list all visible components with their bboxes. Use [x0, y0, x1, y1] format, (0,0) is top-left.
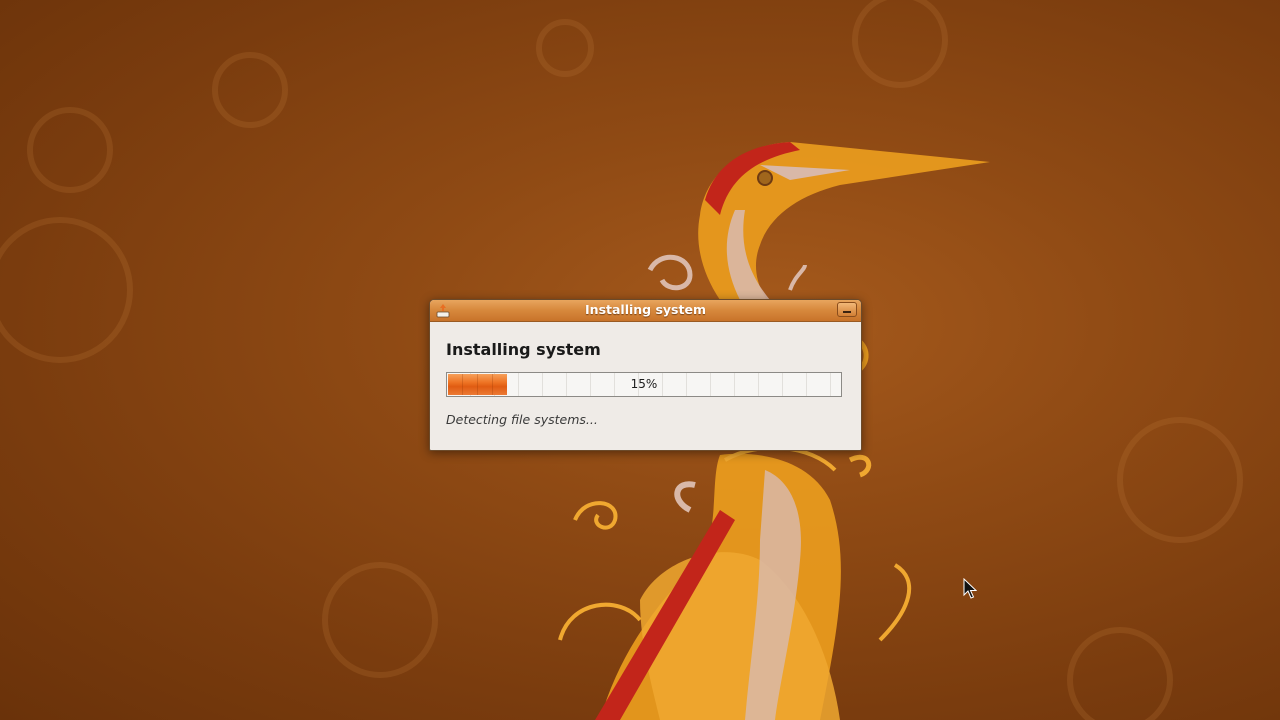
- progress-percent-label: 15%: [630, 377, 658, 391]
- install-dialog: Installing system Installing system 15% …: [429, 299, 862, 451]
- minimize-button[interactable]: [837, 302, 857, 317]
- minimize-icon: [843, 311, 851, 313]
- status-text: Detecting file systems...: [446, 412, 598, 427]
- install-progress-bar: 15%: [446, 372, 842, 397]
- window-titlebar[interactable]: Installing system: [430, 300, 861, 322]
- window-title: Installing system: [585, 302, 706, 317]
- dialog-content: Installing system 15% Detecting file sys…: [430, 340, 861, 427]
- dialog-heading: Installing system: [446, 340, 601, 359]
- mouse-pointer-icon: [963, 578, 977, 599]
